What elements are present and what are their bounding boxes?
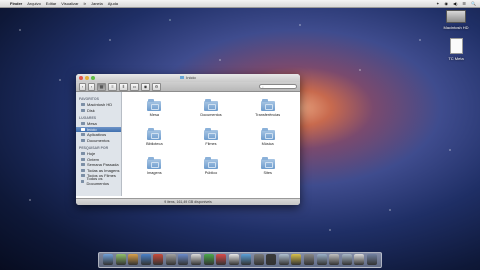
folder-icon: [147, 157, 162, 169]
dock-app-icon[interactable]: [304, 254, 314, 265]
dock-app-icon[interactable]: [103, 254, 113, 265]
dock-app-icon[interactable]: [241, 254, 252, 265]
quick-look-button[interactable]: ◉: [141, 82, 150, 91]
spotlight-icon[interactable]: 🔍: [471, 1, 476, 6]
folder-grid: Mesa Documentos Transferências Bibliotec…: [122, 92, 300, 196]
menu-arquivo[interactable]: Arquivo: [27, 1, 41, 6]
desktop-icon-label: TC Meta: [448, 56, 464, 61]
dock-app-icon[interactable]: [291, 254, 302, 265]
clock-icon: [81, 152, 85, 156]
search-input[interactable]: ⌕: [259, 84, 297, 89]
sidebar-item-documentos-todos[interactable]: Todos os Documentos: [76, 176, 121, 186]
toolbar: ‹ › ▦ ≡ ⫴ ▭ ◉ ⚙ ⌕: [76, 82, 300, 92]
dock-app-icon[interactable]: [329, 254, 340, 265]
folder-icon: [260, 99, 275, 111]
document-icon: [449, 38, 463, 54]
smart-folder-icon: [81, 168, 85, 172]
dock-app-icon[interactable]: [316, 254, 327, 265]
dock: [98, 252, 382, 268]
action-menu-button[interactable]: ⚙: [152, 82, 161, 91]
cover-flow-button[interactable]: ▭: [130, 82, 139, 91]
folder-icon: [260, 157, 275, 169]
menu-janela[interactable]: Janela: [91, 1, 103, 6]
dock-app-icon[interactable]: [228, 254, 239, 265]
drive-icon: [81, 108, 85, 112]
window-titlebar[interactable]: Início: [76, 74, 300, 82]
dock-app-icon[interactable]: [266, 254, 277, 265]
folder-item[interactable]: Transferências: [239, 98, 296, 127]
folder-icon: [203, 157, 218, 169]
menu-ir[interactable]: Ir: [84, 1, 86, 6]
dock-app-icon[interactable]: [128, 254, 139, 265]
status-bar: 9 itens, 161,49 GB disponíveis: [76, 198, 300, 205]
clock-icon: [81, 157, 85, 161]
documents-icon: [81, 138, 85, 142]
folder-icon: [147, 99, 162, 111]
smart-folder-icon: [81, 174, 85, 178]
home-folder-icon: [180, 76, 185, 80]
sidebar-header-places: LUGARES: [79, 116, 97, 120]
finder-window: Início ‹ › ▦ ≡ ⫴ ▭ ◉ ⚙ ⌕ FAVORITOS Macin…: [76, 74, 300, 205]
icon-view-button[interactable]: ▦: [97, 82, 106, 91]
folder-item[interactable]: Imagens: [126, 156, 183, 185]
folder-item[interactable]: Biblioteca: [126, 127, 183, 156]
column-view-button[interactable]: ⫴: [119, 82, 128, 91]
smart-folder-icon: [81, 179, 85, 183]
clock-icon: [81, 163, 85, 167]
applications-icon: [81, 133, 85, 137]
list-view-button[interactable]: ≡: [108, 82, 117, 91]
sidebar: FAVORITOS Macintosh HD Disk LUGARES Mesa…: [76, 92, 122, 196]
folder-item[interactable]: Filmes: [183, 127, 240, 156]
folder-icon: [203, 128, 218, 140]
folder-item[interactable]: Sites: [239, 156, 296, 185]
sidebar-header-favorites: FAVORITOS: [79, 97, 99, 101]
home-icon: [81, 127, 85, 131]
desktop-icon-macintosh-hd[interactable]: Macintosh HD: [438, 10, 474, 30]
dock-app-icon[interactable]: [140, 254, 151, 265]
user-menu-icon[interactable]: ☰: [462, 1, 466, 6]
dock-app-icon[interactable]: [354, 254, 365, 265]
menu-editar[interactable]: Editar: [46, 1, 56, 6]
dock-app-icon[interactable]: [278, 254, 289, 265]
folder-icon: [203, 99, 218, 111]
dock-app-icon[interactable]: [341, 254, 352, 265]
menu-finder[interactable]: Finder: [10, 1, 22, 6]
dock-app-icon[interactable]: [178, 254, 189, 265]
dock-app-icon[interactable]: [216, 254, 227, 265]
folder-icon: [260, 128, 275, 140]
drive-icon: [81, 103, 85, 107]
folder-item[interactable]: Mesa: [126, 98, 183, 127]
window-title: Início: [76, 75, 300, 80]
forward-button[interactable]: ›: [88, 82, 95, 91]
hard-drive-icon: [446, 10, 466, 23]
dock-app-icon[interactable]: [366, 254, 377, 265]
menu-bar: Finder Arquivo Editar Visualizar Ir Jane…: [0, 0, 480, 8]
folder-item[interactable]: Documentos: [183, 98, 240, 127]
dock-app-icon[interactable]: [203, 254, 214, 265]
time-machine-icon[interactable]: ◉: [445, 1, 449, 6]
back-button[interactable]: ‹: [79, 82, 86, 91]
volume-icon[interactable]: ◀): [453, 1, 457, 6]
dock-app-icon[interactable]: [165, 254, 176, 265]
dock-app-icon[interactable]: [190, 254, 201, 265]
desktop-icon: [81, 122, 85, 126]
menu-visualizar[interactable]: Visualizar: [61, 1, 78, 6]
dock-app-icon[interactable]: [115, 254, 126, 265]
dock-app-icon[interactable]: [153, 254, 164, 265]
bluetooth-icon[interactable]: ✦: [436, 1, 439, 6]
folder-item[interactable]: Música: [239, 127, 296, 156]
desktop-icon-label: Macintosh HD: [443, 25, 469, 30]
menu-ajuda[interactable]: Ajuda: [108, 1, 118, 6]
sidebar-header-search: PESQUISAR POR: [79, 146, 109, 150]
folder-item[interactable]: Público: [183, 156, 240, 185]
folder-icon: [147, 128, 162, 140]
dock-app-icon[interactable]: [253, 254, 264, 265]
desktop-icon-file[interactable]: TC Meta: [438, 38, 474, 61]
